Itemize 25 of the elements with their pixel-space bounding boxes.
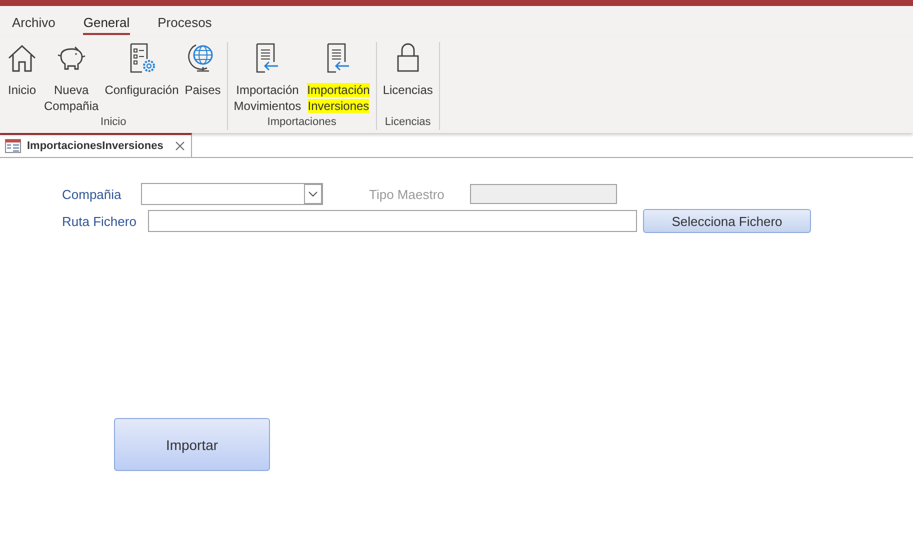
menu-tab[interactable]: Procesos xyxy=(158,15,212,35)
ribbon-button[interactable]: Paises xyxy=(184,42,221,116)
group-label: Licencias xyxy=(384,116,431,128)
ribbon-button[interactable]: Importación Movimientos xyxy=(234,42,302,116)
field-label: Ruta Fichero xyxy=(62,214,138,228)
input-field[interactable] xyxy=(148,210,637,232)
group-label: Inicio xyxy=(100,116,126,128)
chevron-icon xyxy=(308,191,318,197)
menu-tab[interactable]: Archivo xyxy=(12,15,56,35)
group-label: Importaciones xyxy=(267,116,336,128)
ribbon-button[interactable]: Importación Inversiones xyxy=(307,42,370,116)
company-dropdown[interactable] xyxy=(141,183,323,205)
document-tab[interactable]: ImportacionesInversiones xyxy=(0,133,192,157)
field-label: Tipo Maestro xyxy=(369,186,446,202)
close-icon[interactable] xyxy=(175,141,186,151)
ribbon-button[interactable]: Nueva Compañia xyxy=(44,42,99,116)
house-icon xyxy=(6,42,38,74)
import-button[interactable]: Importar xyxy=(114,418,270,471)
ribbon-button[interactable]: Licencias xyxy=(382,42,433,116)
dropdown-button[interactable] xyxy=(304,184,322,204)
select-file-button[interactable]: Selecciona Fichero xyxy=(643,209,811,233)
form-icon xyxy=(5,139,21,153)
ribbon-button[interactable]: Inicio xyxy=(6,42,38,116)
field-label: Compañia xyxy=(62,186,122,202)
ribbon-button[interactable]: Configuración xyxy=(104,42,179,116)
